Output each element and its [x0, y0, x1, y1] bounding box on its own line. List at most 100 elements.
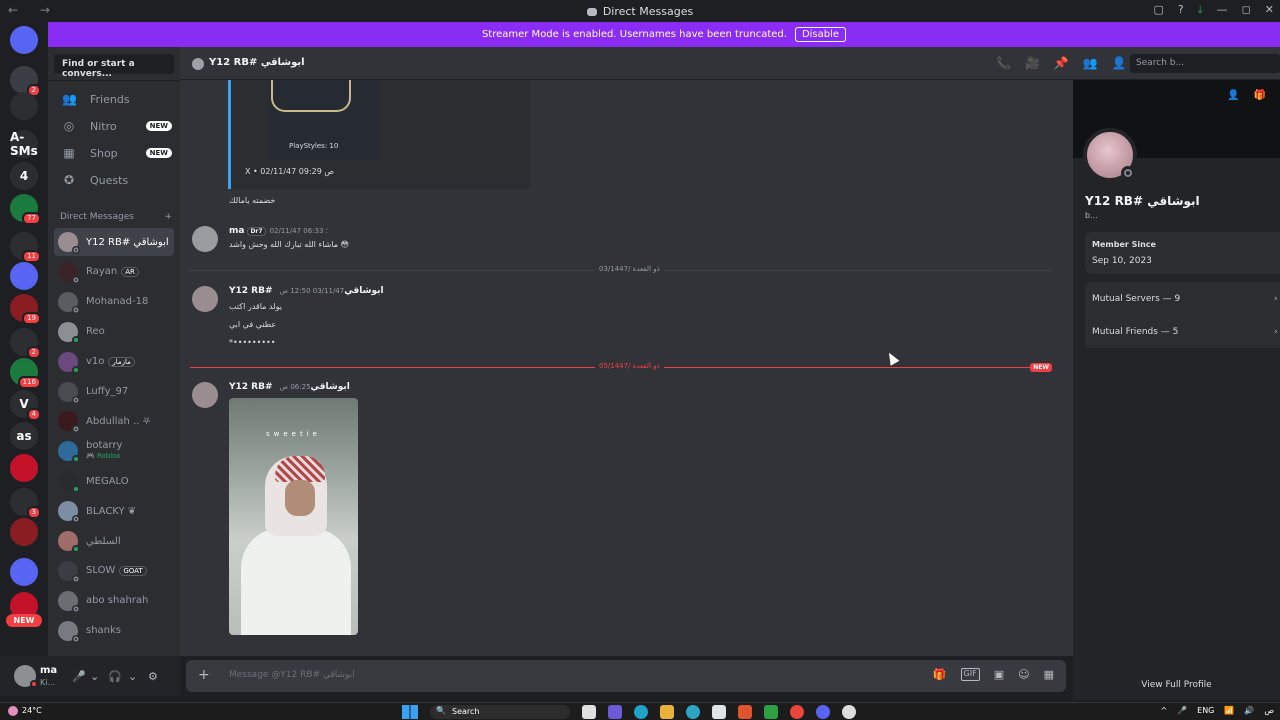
app-icon[interactable] — [686, 705, 700, 719]
server-icon[interactable] — [10, 558, 38, 586]
dm-item[interactable]: Reo — [54, 318, 174, 346]
edge-icon[interactable] — [634, 705, 648, 719]
nav-item-shop[interactable]: ▦ Shop NEW — [56, 141, 174, 165]
home-button[interactable] — [10, 26, 38, 54]
server-avatar — [10, 262, 38, 290]
user-profile-icon[interactable]: 👤 — [1112, 56, 1127, 70]
image-attachment[interactable]: sweetie — [229, 398, 358, 635]
voice-call-icon[interactable]: 📞 — [996, 56, 1011, 70]
brave-icon[interactable] — [738, 705, 752, 719]
server-icon[interactable]: 11 — [10, 232, 41, 263]
avatar[interactable] — [192, 382, 218, 408]
dm-item[interactable]: abo shahrah — [54, 587, 174, 615]
wifi-icon[interactable]: 📶 — [1224, 706, 1234, 715]
volume-icon[interactable]: 🔊 — [1244, 706, 1254, 715]
windows-start-icon[interactable] — [402, 705, 418, 719]
store-icon[interactable] — [712, 705, 726, 719]
server-icon[interactable]: 2 — [10, 66, 41, 97]
server-icon[interactable]: A-SMs — [10, 130, 38, 158]
avatar[interactable] — [192, 286, 218, 312]
folder-icon[interactable] — [660, 705, 674, 719]
dm-item[interactable]: Luffy_97 — [54, 378, 174, 406]
server-icon[interactable] — [10, 92, 38, 120]
server-icon[interactable]: 19 — [10, 294, 41, 325]
help-icon[interactable]: ? — [1178, 3, 1184, 17]
find-conversation-input[interactable]: Find or start a convers... — [54, 54, 174, 79]
server-icon[interactable] — [10, 518, 38, 546]
app-icon[interactable] — [608, 705, 622, 719]
server-icon[interactable]: 77 — [10, 194, 41, 225]
taskbar-search[interactable]: Search — [430, 705, 570, 719]
settings-icon[interactable]: ⚙ — [148, 670, 158, 683]
link-embed[interactable]: PlayStyles: 10 X • 02/11/47 09:29 ص — [228, 80, 530, 189]
microphone-icon[interactable]: 🎤 — [72, 670, 86, 683]
disable-streamer-button[interactable]: Disable — [794, 27, 847, 42]
mutual-friends-row[interactable]: Mutual Friends — 5 › — [1092, 327, 1280, 337]
search-input[interactable]: Search b... — [1130, 54, 1280, 73]
dm-item[interactable]: shanks — [54, 617, 174, 645]
microphone-icon[interactable]: 🎤 — [1177, 706, 1187, 715]
clock[interactable]: ص — [1264, 706, 1274, 715]
mic-options-chevron-icon[interactable]: ⌄ — [90, 670, 99, 683]
sticker-icon[interactable]: ▣ — [994, 668, 1004, 681]
message-author[interactable]: Y12 RB# ابوشاقي06:25 ص — [229, 382, 350, 392]
server-icon[interactable] — [10, 454, 38, 482]
dm-item[interactable]: botarry 🎮 Roblox — [54, 437, 174, 465]
inbox-icon[interactable]: ▢ — [1154, 3, 1164, 17]
message-input[interactable]: Message @Y12 RB# ابوشاقي — [229, 670, 355, 680]
create-dm-button[interactable]: + — [164, 212, 172, 222]
chevron-right-icon: › — [1274, 294, 1278, 304]
nav-item-friends[interactable]: 👥 Friends — [56, 87, 174, 111]
gif-button[interactable]: GIF — [960, 668, 980, 681]
server-icon[interactable]: 116 — [10, 358, 41, 389]
server-icon[interactable] — [10, 262, 38, 290]
message-author[interactable]: Y12 RB# ابوشاقي03/11/47 12:50 ص — [229, 286, 384, 296]
app-icon[interactable] — [842, 705, 856, 719]
photo-body — [241, 528, 351, 635]
minimize-button[interactable]: — — [1217, 3, 1228, 17]
server-icon[interactable]: 3 — [10, 488, 41, 519]
add-friend-icon[interactable]: 👤 — [1227, 90, 1239, 101]
mutual-servers-row[interactable]: Mutual Servers — 9 › — [1092, 294, 1280, 304]
dm-item[interactable]: MEGALO — [54, 467, 174, 495]
chrome-icon[interactable] — [790, 705, 804, 719]
server-icon[interactable]: 4 — [10, 162, 38, 190]
message-author[interactable]: ma Dr7 02/11/47 06:33 ؛ — [229, 226, 328, 236]
dm-item[interactable]: v1o مازمار — [54, 348, 174, 376]
server-icon[interactable]: 2 — [10, 328, 41, 359]
dm-item[interactable]: السلطي — [54, 527, 174, 555]
embed-image: PlayStyles: 10 — [269, 80, 379, 160]
video-call-icon[interactable]: 🎥 — [1025, 56, 1040, 70]
upload-plus-button[interactable]: + — [198, 667, 210, 683]
dm-item[interactable]: Y12 RB# ابوشاقي — [54, 228, 174, 256]
weather-temp[interactable]: 24°C — [22, 706, 42, 715]
view-full-profile-button[interactable]: View Full Profile — [1073, 680, 1280, 690]
dm-item[interactable]: SLOW GOAT — [54, 557, 174, 585]
dm-item[interactable]: Mohanad-18 — [54, 288, 174, 316]
maximize-button[interactable]: ◻ — [1242, 3, 1251, 17]
avatar[interactable] — [192, 226, 218, 252]
dm-item[interactable]: Abdullah .. ⛧ — [54, 407, 174, 435]
download-icon[interactable]: ⤓ — [1198, 3, 1203, 17]
tray-overflow-icon[interactable]: ^ — [1160, 706, 1167, 715]
headphones-icon[interactable]: 🎧 — [108, 670, 122, 683]
emoji-icon[interactable]: ☺ — [1018, 668, 1029, 681]
add-friends-icon[interactable]: 👥 — [1083, 56, 1098, 70]
nav-item-quests[interactable]: ✪ Quests — [56, 168, 174, 192]
app-icon[interactable] — [582, 705, 596, 719]
server-icon[interactable]: V4 — [10, 390, 41, 421]
close-button[interactable]: ✕ — [1265, 3, 1274, 17]
message-composer[interactable]: + Message @Y12 RB# ابوشاقي 🎁 GIF ▣ ☺ ▦ — [186, 660, 1066, 692]
discord-icon[interactable] — [816, 705, 830, 719]
pin-icon[interactable]: 📌 — [1054, 56, 1069, 70]
gift-icon[interactable]: 🎁 — [1254, 90, 1266, 101]
language-indicator[interactable]: ENG — [1197, 706, 1214, 715]
dm-item[interactable]: Rayan AR — [54, 258, 174, 286]
dm-item[interactable]: BLACKY ❦ — [54, 497, 174, 525]
server-icon[interactable]: as — [10, 422, 38, 450]
headset-options-chevron-icon[interactable]: ⌄ — [128, 670, 137, 683]
nav-item-nitro[interactable]: ◎ Nitro NEW — [56, 114, 174, 138]
gift-icon[interactable]: 🎁 — [933, 668, 947, 681]
xbox-icon[interactable] — [764, 705, 778, 719]
apps-icon[interactable]: ▦ — [1044, 668, 1054, 681]
